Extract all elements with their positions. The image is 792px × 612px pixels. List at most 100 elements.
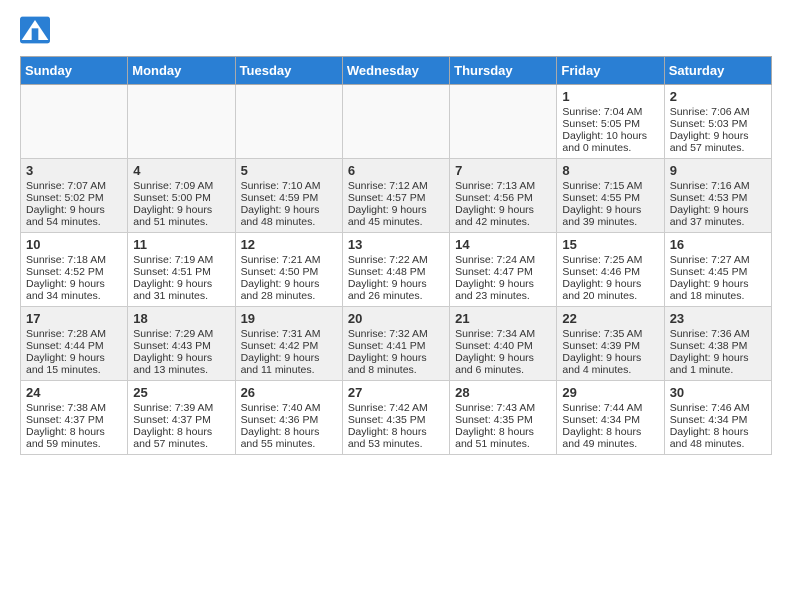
col-header-monday: Monday — [128, 57, 235, 85]
day-cell: 12 Sunrise: 7:21 AMSunset: 4:50 PMDayligh… — [235, 233, 342, 307]
col-header-wednesday: Wednesday — [342, 57, 449, 85]
day-cell: 7 Sunrise: 7:13 AMSunset: 4:56 PMDaylight… — [450, 159, 557, 233]
day-cell — [128, 85, 235, 159]
logo-icon — [20, 16, 50, 44]
day-number: 11 — [133, 237, 229, 252]
day-number: 23 — [670, 311, 766, 326]
day-cell: 18 Sunrise: 7:29 AMSunset: 4:43 PMDayligh… — [128, 307, 235, 381]
header — [20, 16, 772, 44]
day-info: Sunrise: 7:04 AMSunset: 5:05 PMDaylight:… — [562, 106, 647, 154]
day-info: Sunrise: 7:35 AMSunset: 4:39 PMDaylight:… — [562, 328, 642, 376]
day-cell: 30 Sunrise: 7:46 AMSunset: 4:34 PMDayligh… — [664, 381, 771, 455]
day-number: 8 — [562, 163, 658, 178]
day-cell: 21 Sunrise: 7:34 AMSunset: 4:40 PMDayligh… — [450, 307, 557, 381]
day-cell — [235, 85, 342, 159]
day-number: 20 — [348, 311, 444, 326]
day-cell: 20 Sunrise: 7:32 AMSunset: 4:41 PMDayligh… — [342, 307, 449, 381]
day-info: Sunrise: 7:39 AMSunset: 4:37 PMDaylight:… — [133, 402, 213, 450]
day-number: 27 — [348, 385, 444, 400]
day-info: Sunrise: 7:10 AMSunset: 4:59 PMDaylight:… — [241, 180, 321, 228]
day-info: Sunrise: 7:46 AMSunset: 4:34 PMDaylight:… — [670, 402, 750, 450]
day-info: Sunrise: 7:18 AMSunset: 4:52 PMDaylight:… — [26, 254, 106, 302]
week-row-1: 1 Sunrise: 7:04 AMSunset: 5:05 PMDaylight… — [21, 85, 772, 159]
day-cell: 19Sunrise: 7:31 AMSunset: 4:42 PMDayligh… — [235, 307, 342, 381]
day-cell: 28 Sunrise: 7:43 AMSunset: 4:35 PMDayligh… — [450, 381, 557, 455]
day-info: Sunrise: 7:16 AMSunset: 4:53 PMDaylight:… — [670, 180, 750, 228]
day-cell: 10 Sunrise: 7:18 AMSunset: 4:52 PMDayligh… — [21, 233, 128, 307]
day-number: 5 — [241, 163, 337, 178]
day-cell: 2 Sunrise: 7:06 AMSunset: 5:03 PMDaylight… — [664, 85, 771, 159]
day-cell: 11 Sunrise: 7:19 AMSunset: 4:51 PMDayligh… — [128, 233, 235, 307]
day-info: Sunrise: 7:19 AMSunset: 4:51 PMDaylight:… — [133, 254, 213, 302]
day-cell: 15 Sunrise: 7:25 AMSunset: 4:46 PMDayligh… — [557, 233, 664, 307]
day-number: 6 — [348, 163, 444, 178]
day-number: 28 — [455, 385, 551, 400]
week-row-2: 3 Sunrise: 7:07 AMSunset: 5:02 PMDaylight… — [21, 159, 772, 233]
day-cell: 24 Sunrise: 7:38 AMSunset: 4:37 PMDayligh… — [21, 381, 128, 455]
day-info: Sunrise: 7:44 AMSunset: 4:34 PMDaylight:… — [562, 402, 642, 450]
day-number: 9 — [670, 163, 766, 178]
day-info: Sunrise: 7:34 AMSunset: 4:40 PMDaylight:… — [455, 328, 535, 376]
day-number: 1 — [562, 89, 658, 104]
day-info: Sunrise: 7:28 AMSunset: 4:44 PMDaylight:… — [26, 328, 106, 376]
day-cell: 13 Sunrise: 7:22 AMSunset: 4:48 PMDayligh… — [342, 233, 449, 307]
day-cell: 17Sunrise: 7:28 AMSunset: 4:44 PMDayligh… — [21, 307, 128, 381]
day-number: 24 — [26, 385, 122, 400]
day-number: 15 — [562, 237, 658, 252]
day-number: 13 — [348, 237, 444, 252]
day-cell — [450, 85, 557, 159]
day-number: 7 — [455, 163, 551, 178]
day-info: Sunrise: 7:31 AMSunset: 4:42 PMDaylight:… — [241, 328, 321, 376]
day-number: 14 — [455, 237, 551, 252]
day-number: 10 — [26, 237, 122, 252]
day-info: Sunrise: 7:13 AMSunset: 4:56 PMDaylight:… — [455, 180, 535, 228]
day-info: Sunrise: 7:21 AMSunset: 4:50 PMDaylight:… — [241, 254, 321, 302]
day-number: 16 — [670, 237, 766, 252]
day-info: Sunrise: 7:40 AMSunset: 4:36 PMDaylight:… — [241, 402, 321, 450]
week-row-5: 24 Sunrise: 7:38 AMSunset: 4:37 PMDayligh… — [21, 381, 772, 455]
day-cell: 4 Sunrise: 7:09 AMSunset: 5:00 PMDaylight… — [128, 159, 235, 233]
day-info: Sunrise: 7:06 AMSunset: 5:03 PMDaylight:… — [670, 106, 750, 154]
day-number: 12 — [241, 237, 337, 252]
day-cell: 5 Sunrise: 7:10 AMSunset: 4:59 PMDaylight… — [235, 159, 342, 233]
week-row-4: 17Sunrise: 7:28 AMSunset: 4:44 PMDayligh… — [21, 307, 772, 381]
day-info: Sunrise: 7:25 AMSunset: 4:46 PMDaylight:… — [562, 254, 642, 302]
day-number: 21 — [455, 311, 551, 326]
day-cell: 29 Sunrise: 7:44 AMSunset: 4:34 PMDayligh… — [557, 381, 664, 455]
day-number: 4 — [133, 163, 229, 178]
day-number: 3 — [26, 163, 122, 178]
day-number: 30 — [670, 385, 766, 400]
day-info: Sunrise: 7:38 AMSunset: 4:37 PMDaylight:… — [26, 402, 106, 450]
week-row-3: 10 Sunrise: 7:18 AMSunset: 4:52 PMDayligh… — [21, 233, 772, 307]
day-cell: 27Sunrise: 7:42 AMSunset: 4:35 PMDayligh… — [342, 381, 449, 455]
day-cell: 8 Sunrise: 7:15 AMSunset: 4:55 PMDaylight… — [557, 159, 664, 233]
day-cell — [342, 85, 449, 159]
header-row: SundayMondayTuesdayWednesdayThursdayFrid… — [21, 57, 772, 85]
page-container: SundayMondayTuesdayWednesdayThursdayFrid… — [0, 0, 792, 471]
day-info: Sunrise: 7:24 AMSunset: 4:47 PMDaylight:… — [455, 254, 535, 302]
day-info: Sunrise: 7:12 AMSunset: 4:57 PMDaylight:… — [348, 180, 428, 228]
day-cell: 6 Sunrise: 7:12 AMSunset: 4:57 PMDaylight… — [342, 159, 449, 233]
day-info: Sunrise: 7:22 AMSunset: 4:48 PMDaylight:… — [348, 254, 428, 302]
day-cell — [21, 85, 128, 159]
day-cell: 26Sunrise: 7:40 AMSunset: 4:36 PMDayligh… — [235, 381, 342, 455]
day-number: 18 — [133, 311, 229, 326]
col-header-friday: Friday — [557, 57, 664, 85]
day-info: Sunrise: 7:43 AMSunset: 4:35 PMDaylight:… — [455, 402, 535, 450]
day-info: Sunrise: 7:15 AMSunset: 4:55 PMDaylight:… — [562, 180, 642, 228]
day-cell: 23Sunrise: 7:36 AMSunset: 4:38 PMDayligh… — [664, 307, 771, 381]
calendar-table: SundayMondayTuesdayWednesdayThursdayFrid… — [20, 56, 772, 455]
day-info: Sunrise: 7:29 AMSunset: 4:43 PMDaylight:… — [133, 328, 213, 376]
col-header-saturday: Saturday — [664, 57, 771, 85]
col-header-sunday: Sunday — [21, 57, 128, 85]
day-number: 29 — [562, 385, 658, 400]
col-header-tuesday: Tuesday — [235, 57, 342, 85]
day-cell: 1 Sunrise: 7:04 AMSunset: 5:05 PMDaylight… — [557, 85, 664, 159]
day-number: 25 — [133, 385, 229, 400]
day-info: Sunrise: 7:07 AMSunset: 5:02 PMDaylight:… — [26, 180, 106, 228]
day-info: Sunrise: 7:09 AMSunset: 5:00 PMDaylight:… — [133, 180, 213, 228]
day-cell: 25 Sunrise: 7:39 AMSunset: 4:37 PMDayligh… — [128, 381, 235, 455]
day-info: Sunrise: 7:32 AMSunset: 4:41 PMDaylight:… — [348, 328, 428, 376]
day-cell: 22Sunrise: 7:35 AMSunset: 4:39 PMDayligh… — [557, 307, 664, 381]
day-number: 2 — [670, 89, 766, 104]
